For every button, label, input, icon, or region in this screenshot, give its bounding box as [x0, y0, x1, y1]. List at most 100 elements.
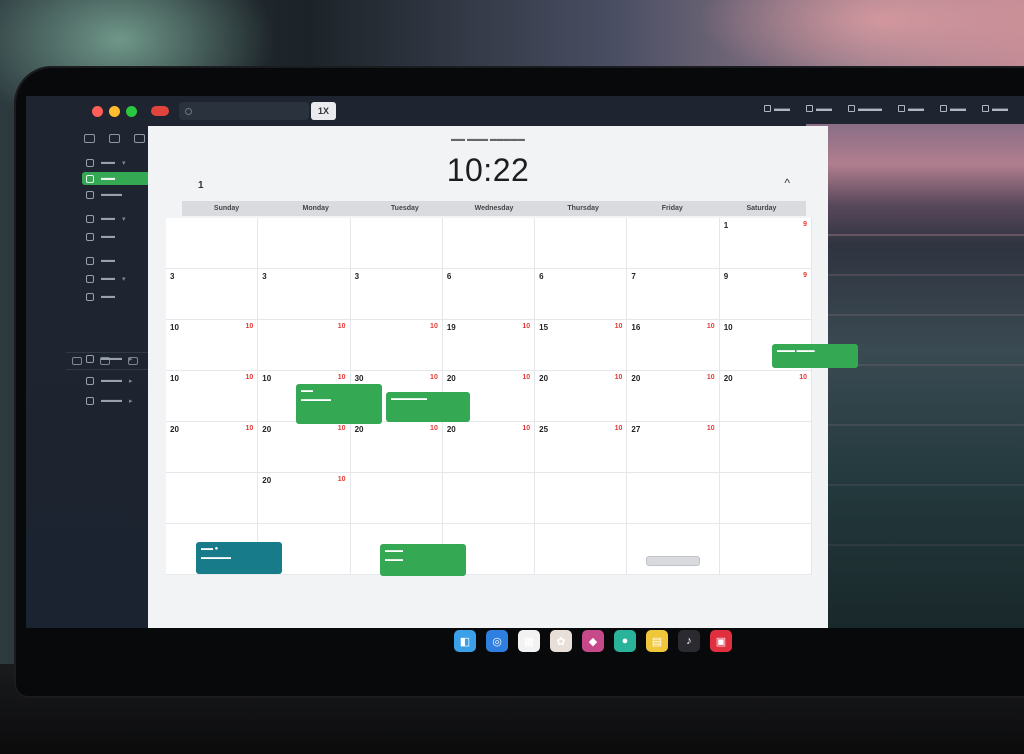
day-cell[interactable]: 20 10 [258, 473, 351, 524]
zoom-window-button[interactable] [126, 105, 137, 117]
day-cell[interactable]: 6 [535, 269, 628, 320]
calendar-event[interactable]: ▬▬ ▬▬▬▬▬ [296, 384, 382, 424]
sidebar-item[interactable]: ▬▬ ▾ [82, 156, 130, 169]
menu-bar: 1X ▬▬ ▬▬ ▬▬▬ ▬▬ ▬▬ ▬▬ [26, 96, 1024, 126]
calendar-event[interactable]: ▬▬ ● ▬▬▬▬▬ [196, 542, 282, 574]
day-number: 10 [262, 374, 272, 383]
day-number: 20 [446, 374, 456, 383]
sidebar-item[interactable]: ▬▬▬ ▸ [82, 352, 137, 365]
news-icon[interactable]: ▣ [710, 630, 732, 652]
top-menu-item[interactable]: ▬▬ [764, 104, 790, 113]
day-cell[interactable] [719, 422, 812, 473]
sidebar-item-icon [86, 376, 94, 385]
day-cell[interactable] [166, 473, 259, 524]
sidebar-item[interactable]: ▬▬ [82, 254, 119, 267]
day-cell[interactable]: 20 10 [166, 422, 259, 473]
day-cell[interactable]: 20 10 [442, 422, 536, 473]
day-cell[interactable] [350, 218, 443, 269]
calendar-icon[interactable] [84, 134, 95, 143]
grid-icon[interactable] [72, 357, 82, 365]
day-cell[interactable] [442, 218, 536, 269]
ocean-wallpaper [806, 124, 1024, 628]
sidebar-item-icon [86, 158, 94, 167]
day-cell[interactable]: 3 [350, 269, 443, 320]
day-cell[interactable]: 99 [719, 269, 812, 320]
sidebar-item[interactable]: ▬▬▬ ▸ [82, 394, 137, 407]
day-badge: 10 [614, 323, 623, 330]
day-cell[interactable] [719, 524, 812, 575]
collapse-button[interactable]: ^ [784, 176, 790, 190]
day-cell[interactable]: 27 10 [627, 422, 720, 473]
calendar-event[interactable]: ▬▬▬ ▬▬▬ [772, 344, 858, 368]
day-cell[interactable]: 20 10 [627, 371, 720, 422]
notes-icon[interactable]: ▤ [646, 630, 668, 652]
day-cell[interactable] [258, 218, 351, 269]
day-cell[interactable]: 20 10 [535, 371, 628, 422]
search-input[interactable] [179, 102, 309, 120]
day-cell[interactable]: 16 10 [627, 320, 720, 371]
day-badge: 10 [522, 374, 531, 381]
day-cell[interactable]: 10 [258, 320, 351, 371]
day-badge: 10 [245, 425, 254, 432]
music-icon[interactable]: ♪ [678, 630, 700, 652]
day-cell[interactable]: 10 10 [166, 320, 259, 371]
day-cell[interactable]: 3 [258, 269, 351, 320]
day-cell[interactable]: 15 10 [535, 320, 628, 371]
day-number: 19 [446, 323, 456, 332]
minimize-window-button[interactable] [109, 105, 120, 117]
day-badge: 10 [614, 425, 623, 432]
day-cell[interactable]: 20 10 [350, 422, 443, 473]
day-number: 20 [631, 374, 641, 383]
sidebar-item[interactable]: ▬▬ [82, 290, 119, 303]
sidebar-item[interactable]: ▬▬▬ ▸ [82, 374, 137, 387]
sidebar-item[interactable]: ▬▬ ▾ [82, 212, 130, 225]
day-badge: 10 [245, 374, 254, 381]
day-cell[interactable] [442, 473, 536, 524]
close-window-button[interactable] [92, 105, 103, 117]
top-menu-item[interactable]: ▬▬ [806, 104, 832, 113]
day-cell[interactable]: 7 [627, 269, 720, 320]
finder-icon[interactable]: ◧ [454, 630, 476, 652]
day-cell[interactable] [535, 473, 628, 524]
top-menu-item[interactable]: ▬▬ [940, 104, 966, 113]
sidebar-item[interactable]: ▬▬▬ [82, 188, 126, 201]
menu-item-icon [940, 105, 947, 112]
day-cell[interactable]: 19 10 [442, 320, 536, 371]
previous-month-button[interactable]: 1 [198, 180, 204, 191]
photos-icon[interactable]: ✿ [550, 630, 572, 652]
day-cell[interactable] [627, 473, 720, 524]
day-cell[interactable]: 10 10 [166, 371, 259, 422]
day-cell[interactable]: 3 [166, 269, 259, 320]
day-cell[interactable] [535, 218, 628, 269]
day-cell[interactable] [350, 473, 443, 524]
day-cell[interactable] [627, 524, 720, 575]
app-store-icon[interactable]: ◆ [582, 630, 604, 652]
day-cell[interactable] [627, 218, 720, 269]
day-cell[interactable] [719, 473, 812, 524]
calendar-event[interactable]: ▬▬▬▬▬▬ [380, 544, 466, 576]
top-menu-item[interactable]: ▬▬▬ [848, 104, 882, 113]
list-icon[interactable] [109, 134, 120, 143]
day-cell[interactable]: 10 [350, 320, 443, 371]
day-cell[interactable] [166, 218, 259, 269]
more-events-pill[interactable] [646, 556, 700, 566]
calendar-app-icon[interactable]: ▦ [518, 630, 540, 652]
day-number: 25 [539, 425, 549, 434]
day-cell[interactable]: 20 10 [258, 422, 351, 473]
toolbar-button[interactable]: 1X [311, 102, 337, 120]
sidebar-item-icon [86, 174, 94, 183]
day-cell[interactable] [535, 524, 628, 575]
calendar-event[interactable]: ▬▬▬▬▬▬ [386, 392, 470, 422]
safari-icon[interactable]: ◎ [486, 630, 508, 652]
day-cell[interactable]: 20 10 [719, 371, 812, 422]
top-menu-item[interactable]: ▬▬ [898, 104, 924, 113]
day-cell[interactable]: 19 [719, 218, 812, 269]
settings-icon[interactable] [134, 134, 145, 143]
sidebar-item[interactable]: ▬▬ [82, 230, 119, 243]
day-number: 20 [446, 425, 456, 434]
sidebar-item[interactable]: ▬▬ ▾ [82, 272, 130, 285]
day-cell[interactable]: 6 [442, 269, 536, 320]
day-cell[interactable]: 25 10 [535, 422, 628, 473]
top-menu-item[interactable]: ▬▬ [982, 104, 1008, 113]
messages-icon[interactable]: ● [614, 630, 636, 652]
